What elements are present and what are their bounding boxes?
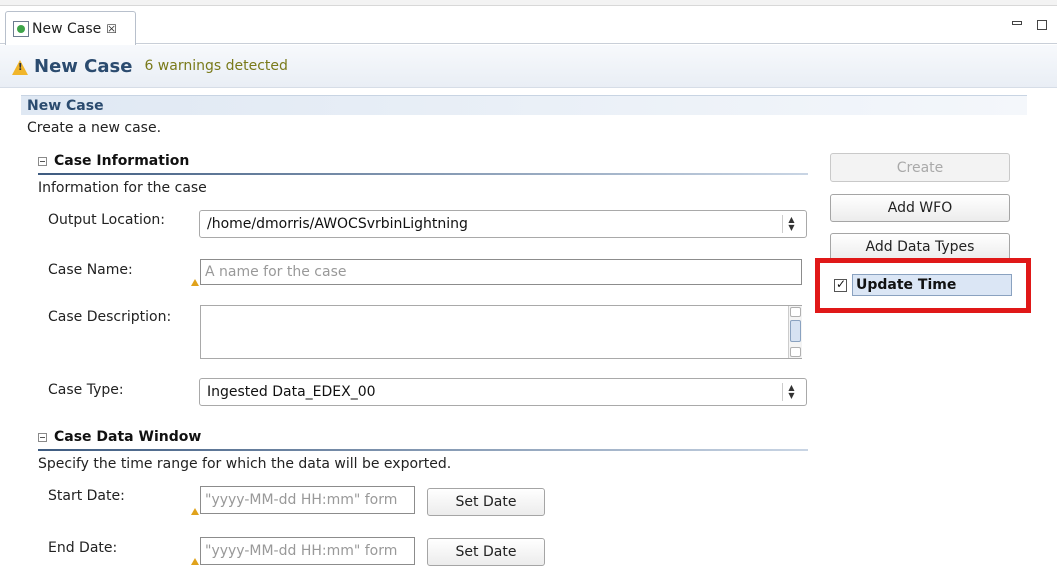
update-time-label[interactable]: Update Time [852, 274, 1012, 296]
scroll-down-icon[interactable] [790, 347, 801, 357]
output-location-combo[interactable]: /home/dmorris/AWOCSvrbinLightning ▲ ▼ [199, 210, 807, 238]
section-description: Create a new case. [27, 120, 162, 136]
collapse-icon[interactable] [38, 432, 47, 442]
case-name-label: Case Name: [48, 262, 133, 278]
checkbox-checked-icon[interactable] [834, 277, 847, 292]
create-button[interactable]: Create [830, 153, 1010, 182]
collapse-icon[interactable] [38, 156, 47, 166]
form-title: New Case [34, 55, 133, 77]
add-data-types-button[interactable]: Add Data Types [830, 233, 1010, 261]
group-divider [38, 173, 808, 175]
minimize-icon[interactable] [1012, 21, 1022, 25]
case-type-label: Case Type: [48, 382, 124, 398]
warning-icon [12, 59, 28, 75]
case-description-textarea[interactable] [200, 305, 802, 359]
case-description-label: Case Description: [48, 309, 172, 325]
start-date-warning-icon [191, 508, 199, 515]
case-data-window-description: Specify the time range for which the dat… [38, 456, 452, 472]
case-name-input[interactable]: A name for the case [200, 259, 802, 285]
case-data-window-title: Case Data Window [54, 429, 202, 445]
description-scrollbar[interactable] [788, 306, 802, 358]
update-time-checkbox[interactable]: Update Time [834, 274, 1012, 296]
end-date-input[interactable]: "yyyy-MM-dd HH:mm" form [200, 537, 415, 565]
scroll-thumb[interactable] [790, 320, 801, 342]
output-location-label: Output Location: [48, 212, 166, 228]
section-title: New Case [21, 95, 1027, 115]
scroll-up-icon[interactable] [790, 307, 801, 317]
case-information-description: Information for the case [38, 180, 207, 196]
tab-bar-top-border [0, 0, 1057, 6]
end-date-label: End Date: [48, 540, 118, 556]
case-type-value: Ingested Data_EDEX_00 [207, 384, 376, 400]
case-data-window-header[interactable]: Case Data Window [38, 429, 201, 445]
output-location-value: /home/dmorris/AWOCSvrbinLightning [207, 216, 468, 232]
add-wfo-button[interactable]: Add WFO [830, 194, 1010, 222]
group-divider [38, 449, 808, 451]
case-type-combo[interactable]: Ingested Data_EDEX_00 ▲ ▼ [199, 378, 807, 406]
form-header: New Case 6 warnings detected [0, 45, 1057, 88]
case-information-header[interactable]: Case Information [38, 153, 189, 169]
editor-tab-bar: New Case ☒ [0, 0, 1057, 45]
close-tab-icon[interactable]: ☒ [106, 22, 117, 36]
maximize-icon[interactable] [1037, 20, 1047, 30]
case-information-title: Case Information [54, 153, 190, 169]
start-date-input[interactable]: "yyyy-MM-dd HH:mm" form [200, 486, 415, 514]
combo-arrows-icon: ▲ ▼ [782, 215, 800, 233]
case-name-warning-icon [191, 279, 199, 286]
warnings-summary-link[interactable]: 6 warnings detected [144, 58, 287, 74]
case-editor-icon [13, 20, 29, 37]
start-date-label: Start Date: [48, 488, 125, 504]
tab-new-case[interactable]: New Case ☒ [5, 11, 136, 45]
tab-label: New Case [32, 20, 102, 37]
combo-arrows-icon: ▲ ▼ [782, 383, 800, 401]
start-set-date-button[interactable]: Set Date [427, 488, 545, 516]
